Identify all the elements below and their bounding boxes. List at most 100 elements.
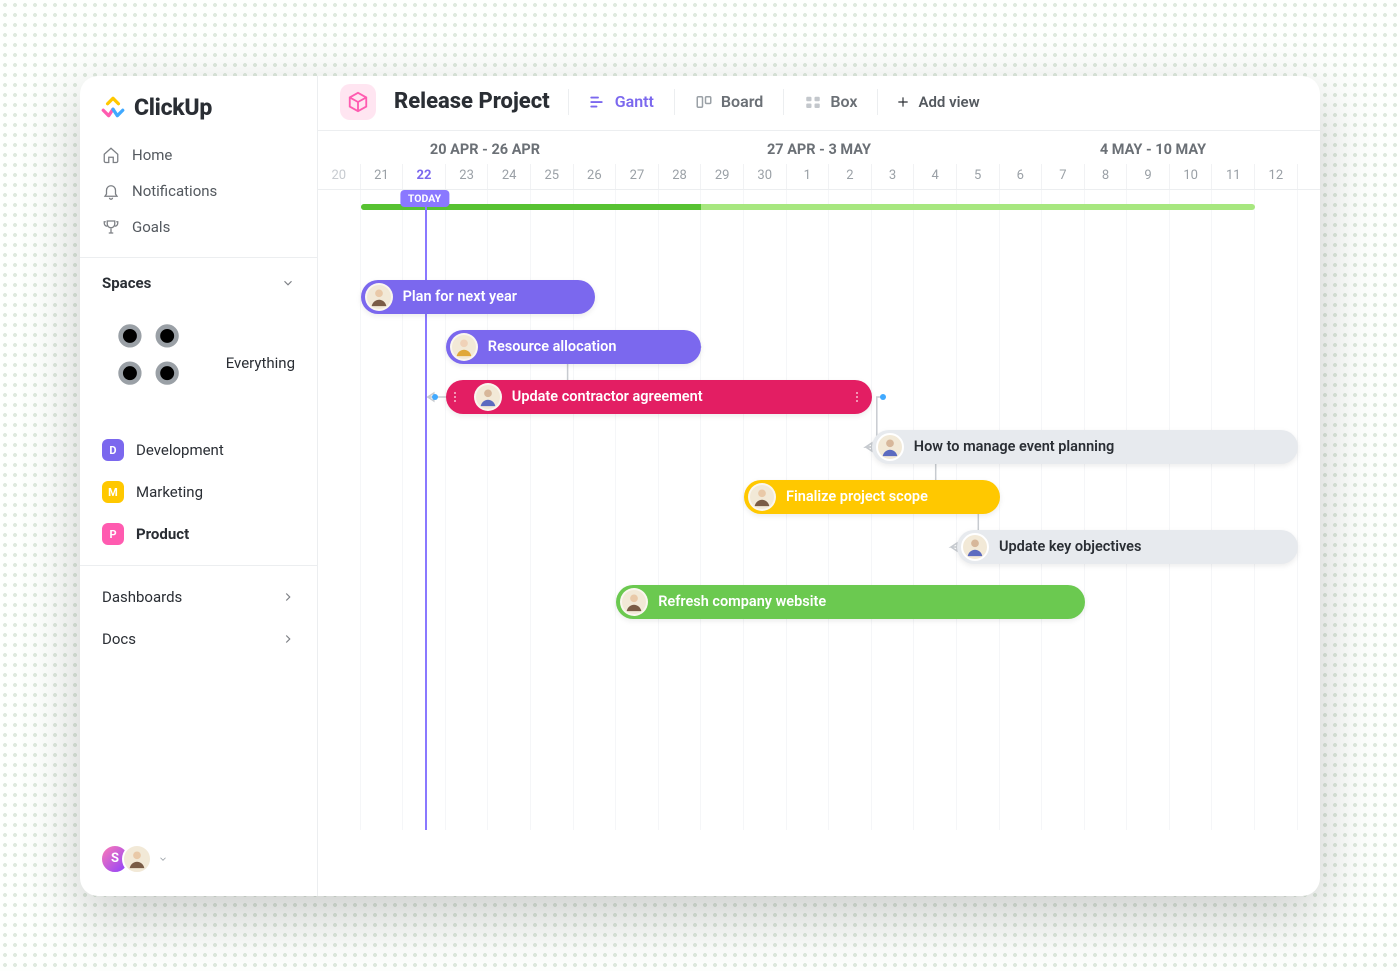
brand-name: ClickUp [134,94,212,121]
day-cell: 1 [787,164,830,189]
tab-gantt[interactable]: Gantt [587,88,656,115]
range-label: 4 MAY - 10 MAY [986,131,1320,164]
sidebar: ClickUp Home Notifications Goals Spaces … [80,76,318,896]
sidebar-item-marketing[interactable]: M Marketing [88,473,309,511]
nav-home-label: Home [132,146,172,164]
nav-goals[interactable]: Goals [88,209,309,245]
main: Release Project Gantt Board Box Add view [318,76,1320,896]
assignee-avatar [876,433,904,461]
chevron-right-icon [281,632,295,646]
task-label: Update key objectives [999,538,1141,555]
task-bar[interactable]: Finalize project scope [744,480,1000,514]
tab-gantt-label: Gantt [615,92,654,111]
task-label: Resource allocation [488,338,617,355]
timeline: 20 APR - 26 APR 27 APR - 3 MAY 4 MAY - 1… [318,131,1320,896]
sidebar-item-docs-label: Docs [102,630,136,648]
nav-goals-label: Goals [132,218,170,236]
home-icon [102,146,120,164]
overall-progress-bar [361,204,1256,210]
assignee-avatar [620,588,648,616]
day-cell: 7 [1042,164,1085,189]
sidebar-item-development[interactable]: D Development [88,431,309,469]
board-icon [695,94,713,110]
task-label: Update contractor agreement [512,388,846,405]
task-bar[interactable]: Refresh company website [616,585,1085,619]
timeline-body[interactable]: TODAY Plan for next year [318,190,1320,830]
drag-handle-icon[interactable] [856,392,864,402]
timeline-ranges: 20 APR - 26 APR 27 APR - 3 MAY 4 MAY - 1… [318,131,1320,164]
user-avatar-photo [122,844,152,874]
caret-down-icon[interactable] [158,854,168,864]
day-cell: 3 [872,164,915,189]
add-view-label: Add view [918,93,979,111]
chevron-down-icon [281,276,295,290]
timeline-days: 2021222324252627282930123456789101112 [318,164,1320,189]
nav-notifications-label: Notifications [132,182,217,200]
today-badge: TODAY [400,190,449,207]
tab-box-label: Box [830,92,857,111]
dependency-dot [880,394,886,400]
task-label: Refresh company website [658,593,826,610]
spaces-heading[interactable]: Spaces [80,268,317,298]
everything-icon [102,308,214,420]
task-label: Finalize project scope [786,488,928,505]
nav-section: Home Notifications Goals [80,135,317,247]
mkt-badge: M [102,481,124,503]
clickup-logo-icon [100,94,126,120]
task-bar[interactable]: How to manage event planning [872,430,1298,464]
day-cell: 11 [1212,164,1255,189]
header: Release Project Gantt Board Box Add view [318,76,1320,131]
drag-handle-icon[interactable] [454,392,462,402]
assignee-avatar [474,383,502,411]
day-cell: 28 [659,164,702,189]
task-bar[interactable]: Update contractor agreement [446,380,872,414]
tab-board[interactable]: Board [693,88,765,115]
task-bar[interactable]: Resource allocation [446,330,702,364]
sidebar-item-everything[interactable]: Everything [88,300,309,428]
project-title: Release Project [394,89,550,114]
avatar-stack[interactable]: S [100,844,152,874]
day-cell: 24 [488,164,531,189]
day-cell: 2 [829,164,872,189]
prod-badge: P [102,523,124,545]
task-label: How to manage event planning [914,438,1115,455]
range-label: 20 APR - 26 APR [318,131,652,164]
sidebar-item-docs[interactable]: Docs [80,618,317,660]
day-cell: 20 [318,164,361,189]
day-cell: 10 [1170,164,1213,189]
trophy-icon [102,218,120,236]
box-view-icon [804,94,822,110]
chevron-right-icon [281,590,295,604]
app-window: ClickUp Home Notifications Goals Spaces … [80,76,1320,896]
sidebar-item-dashboards[interactable]: Dashboards [80,576,317,618]
day-cell: 4 [914,164,957,189]
sidebar-item-dashboards-label: Dashboards [102,588,182,606]
sidebar-item-mkt-label: Marketing [136,483,203,501]
tab-board-label: Board [721,92,763,111]
timeline-header: 20 APR - 26 APR 27 APR - 3 MAY 4 MAY - 1… [318,131,1320,190]
day-cell: 27 [616,164,659,189]
project-badge [340,84,376,120]
sidebar-item-dev-label: Development [136,441,224,459]
plus-icon [896,95,910,109]
assignee-avatar [748,483,776,511]
sidebar-item-prod-label: Product [136,525,189,543]
day-cell: 6 [1000,164,1043,189]
task-bar[interactable]: Update key objectives [957,530,1298,564]
sidebar-item-product[interactable]: P Product [88,515,309,553]
day-cell: 22 [403,164,446,189]
day-cell: 8 [1085,164,1128,189]
day-cell: 5 [957,164,1000,189]
add-view-button[interactable]: Add view [896,93,979,111]
gantt-icon [589,94,607,110]
dev-badge: D [102,439,124,461]
day-cell: 23 [446,164,489,189]
task-bar[interactable]: Plan for next year [361,280,595,314]
nav-home[interactable]: Home [88,137,309,173]
nav-notifications[interactable]: Notifications [88,173,309,209]
assignee-avatar [961,533,989,561]
tab-box[interactable]: Box [802,88,859,115]
assignee-avatar [450,333,478,361]
brand: ClickUp [80,86,317,135]
day-cell: 29 [701,164,744,189]
